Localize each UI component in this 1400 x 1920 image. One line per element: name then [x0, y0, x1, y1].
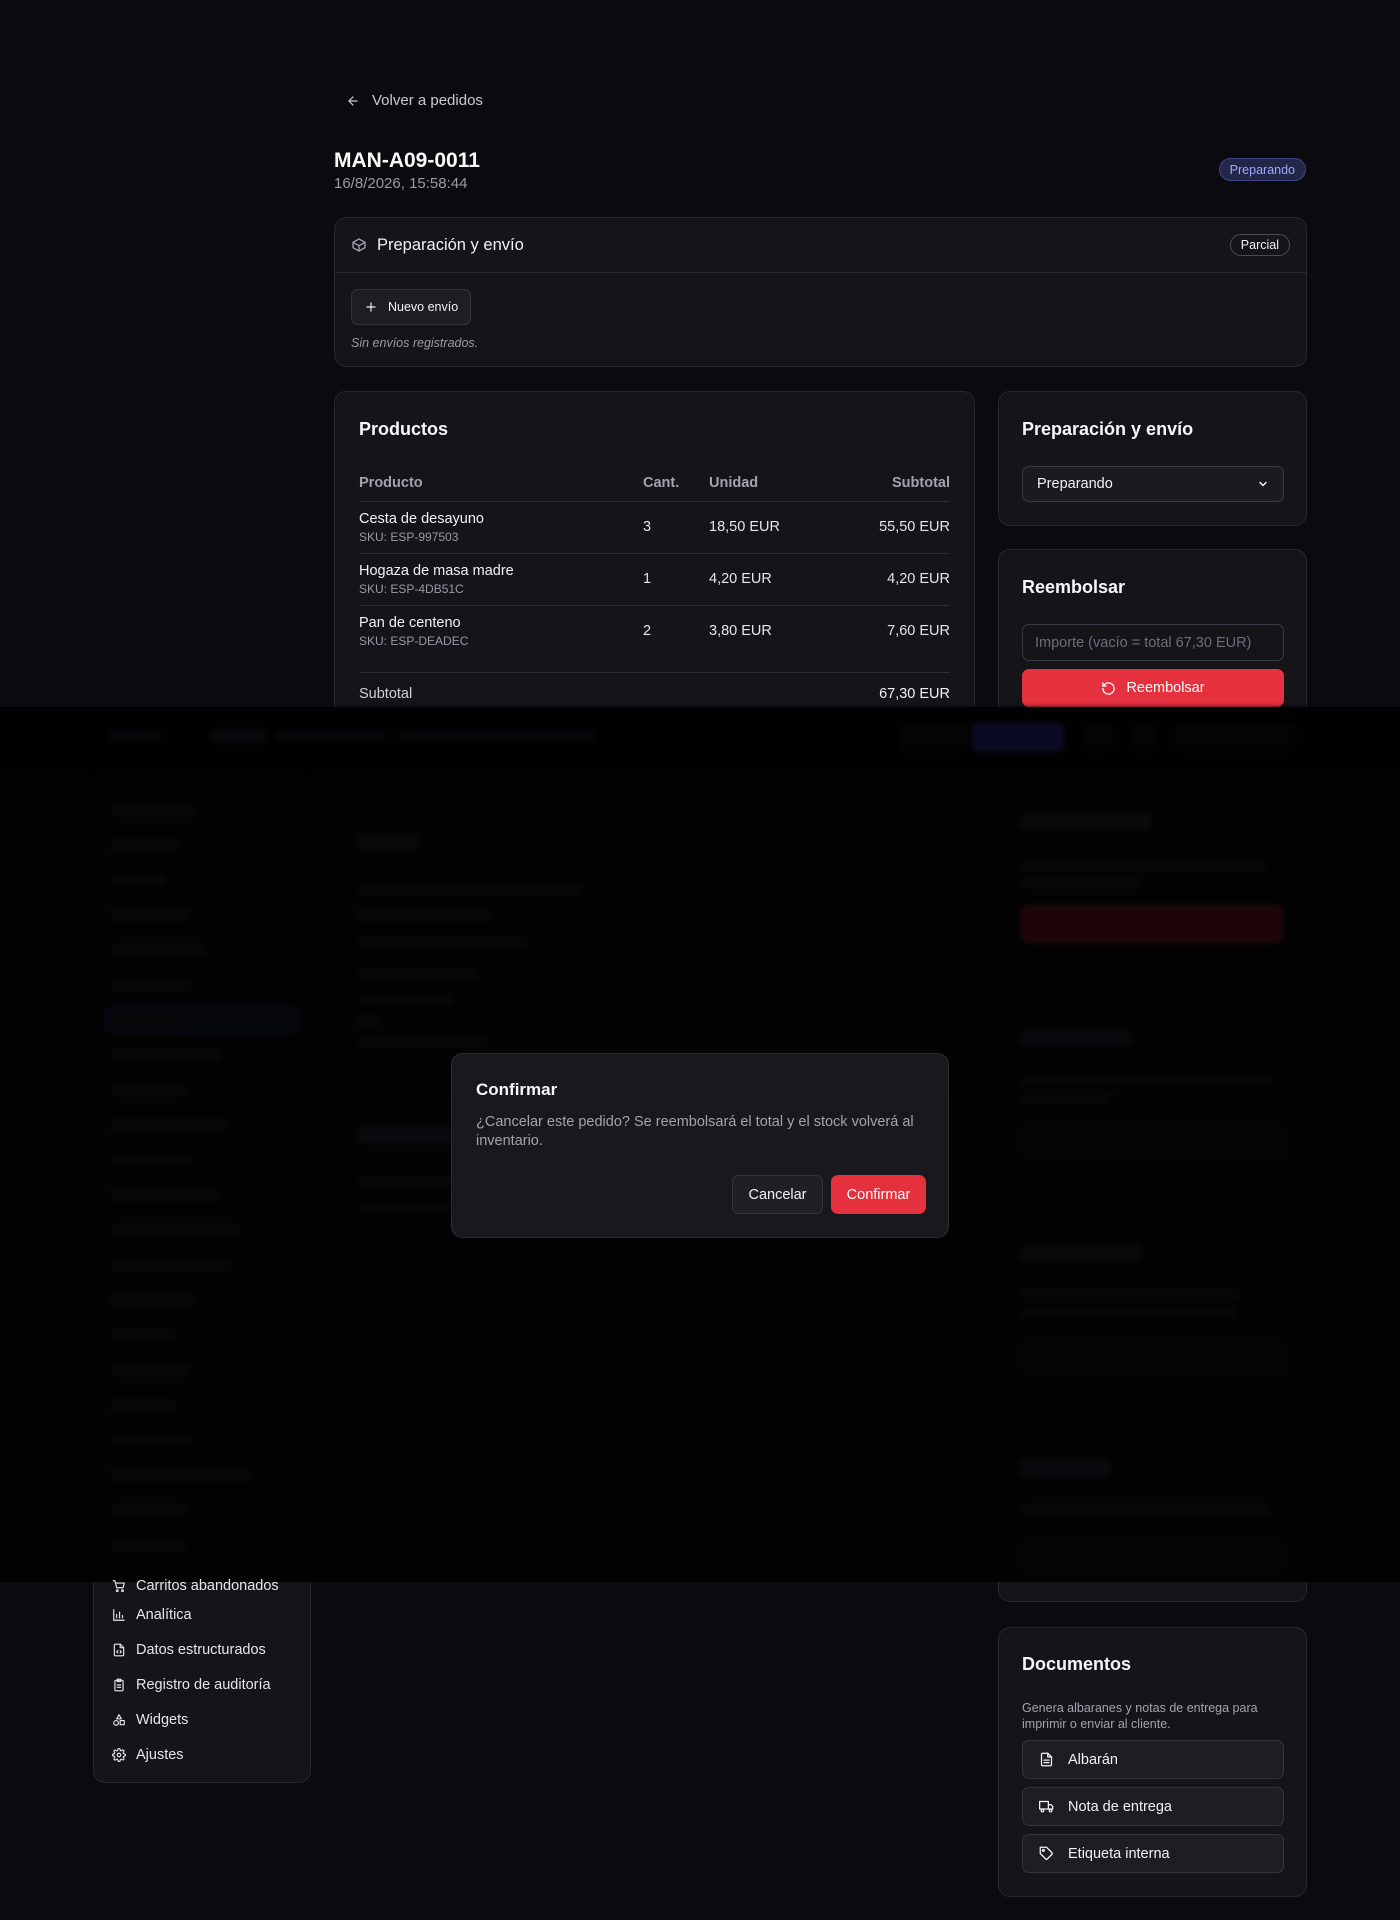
subtotal-row: Subtotal 67,30 EUR	[359, 672, 950, 702]
shipping-status-badge: Parcial	[1229, 234, 1290, 256]
sidebar-item-structured-data[interactable]: Datos estructurados	[112, 1642, 266, 1658]
product-qty: 1	[643, 571, 652, 587]
plus-icon	[364, 300, 378, 314]
cart-icon	[112, 1579, 126, 1593]
arrow-left-icon	[346, 94, 360, 108]
col-subtotal: Subtotal	[892, 475, 950, 491]
internal-label-button[interactable]: Etiqueta interna	[1022, 1834, 1284, 1873]
truck-icon	[1039, 1799, 1054, 1814]
shipping-card: Preparación y envío Parcial Nuevo envío …	[334, 217, 1307, 367]
prep-status-value: Preparando	[1037, 476, 1113, 492]
prep-status-card: Preparación y envío Preparando	[998, 391, 1307, 526]
shipping-card-title: Preparación y envío	[377, 235, 524, 254]
product-name: Cesta de desayuno	[359, 511, 484, 527]
refund-amount-placeholder: Importe (vacío = total 67,30 EUR)	[1035, 634, 1252, 651]
chevron-down-icon	[1257, 478, 1269, 490]
doc-button-label: Nota de entrega	[1068, 1798, 1172, 1815]
product-subtotal: 55,50 EUR	[879, 519, 950, 535]
product-name: Pan de centeno	[359, 615, 461, 631]
sidebar-item-label: Widgets	[136, 1712, 189, 1728]
documents-title: Documentos	[1022, 1654, 1132, 1674]
new-shipment-button[interactable]: Nuevo envío	[351, 289, 472, 325]
sidebar-item-audit-log[interactable]: Registro de auditoría	[112, 1677, 271, 1693]
package-icon	[351, 237, 367, 253]
products-table-header: Producto Cant. Unidad Subtotal	[359, 475, 950, 502]
back-to-orders-link[interactable]: Volver a pedidos	[346, 92, 483, 109]
confirm-dialog: Confirmar ¿Cancelar este pedido? Se reem…	[451, 1053, 949, 1238]
product-sku: SKU: ESP-997503	[359, 530, 459, 544]
dialog-title: Confirmar	[476, 1080, 558, 1099]
table-row: Hogaza de masa madre SKU: ESP-4DB51C 1 4…	[359, 554, 950, 606]
order-title: MAN-A09-0011	[334, 149, 480, 172]
table-row: Pan de centeno SKU: ESP-DEADEC 2 3,80 EU…	[359, 606, 950, 658]
refund-button[interactable]: Reembolsar	[1022, 669, 1284, 707]
products-title: Productos	[359, 419, 449, 439]
product-sku: SKU: ESP-4DB51C	[359, 582, 464, 596]
product-unit-price: 4,20 EUR	[709, 571, 772, 587]
col-qty: Cant.	[643, 475, 680, 491]
doc-button-label: Etiqueta interna	[1068, 1845, 1170, 1862]
no-shipments-text: Sin envíos registrados.	[351, 336, 479, 350]
rotate-ccw-icon	[1101, 681, 1116, 696]
order-date: 16/8/2026, 15:58:44	[334, 175, 468, 192]
file-text-icon	[1039, 1752, 1054, 1767]
card-bottom-edge	[998, 1582, 1307, 1602]
sidebar-item-settings[interactable]: Ajustes	[112, 1747, 184, 1763]
product-unit-price: 18,50 EUR	[709, 519, 780, 535]
delivery-slip-button[interactable]: Nota de entrega	[1022, 1787, 1284, 1826]
documents-description: Genera albaranes y notas de entrega para…	[1022, 1701, 1258, 1731]
bar-chart-icon	[112, 1608, 126, 1622]
product-unit-price: 3,80 EUR	[709, 623, 772, 639]
subtotal-label: Subtotal	[359, 686, 413, 702]
refund-amount-input[interactable]: Importe (vacío = total 67,30 EUR)	[1022, 624, 1284, 661]
product-qty: 2	[643, 623, 652, 639]
refund-button-label: Reembolsar	[1126, 680, 1205, 696]
file-code-icon	[112, 1643, 126, 1657]
col-unit: Unidad	[709, 475, 759, 491]
product-subtotal: 4,20 EUR	[887, 571, 950, 587]
table-row: Cesta de desayuno SKU: ESP-997503 3 18,5…	[359, 502, 950, 554]
sidebar-item-analytics[interactable]: Analítica	[112, 1607, 192, 1623]
product-subtotal: 7,60 EUR	[887, 623, 950, 639]
refund-title: Reembolsar	[1022, 577, 1126, 597]
confirm-button[interactable]: Confirmar	[831, 1175, 926, 1214]
shipping-card-header: Preparación y envío Parcial	[335, 218, 1306, 273]
col-product: Producto	[359, 475, 423, 491]
documents-card: Documentos Genera albaranes y notas de e…	[998, 1627, 1307, 1897]
sidebar-item-widgets[interactable]: Widgets	[112, 1712, 188, 1728]
tag-icon	[1039, 1846, 1054, 1861]
back-label: Volver a pedidos	[372, 92, 483, 109]
products-card: Productos Producto Cant. Unidad Subtotal…	[334, 391, 975, 721]
status-badge: Preparando	[1218, 158, 1306, 181]
sidebar-item-label: Datos estructurados	[136, 1642, 266, 1658]
clipboard-icon	[112, 1678, 126, 1692]
prep-status-select[interactable]: Preparando	[1022, 466, 1284, 502]
sidebar: Carritos abandonados Analítica Datos est…	[93, 1578, 311, 1783]
dialog-message: ¿Cancelar este pedido? Se reembolsará el…	[476, 1114, 914, 1149]
new-shipment-label: Nuevo envío	[388, 300, 459, 314]
product-sku: SKU: ESP-DEADEC	[359, 634, 469, 648]
doc-button-label: Albarán	[1068, 1751, 1118, 1768]
sidebar-item-label: Carritos abandonados	[136, 1578, 279, 1594]
subtotal-value: 67,30 EUR	[879, 686, 950, 702]
gear-icon	[112, 1748, 126, 1762]
sidebar-item-abandoned-carts[interactable]: Carritos abandonados	[112, 1578, 279, 1594]
delivery-note-button[interactable]: Albarán	[1022, 1740, 1284, 1779]
refund-card: Reembolsar Importe (vacío = total 67,30 …	[998, 549, 1307, 729]
cancel-button[interactable]: Cancelar	[732, 1175, 823, 1214]
sidebar-item-label: Ajustes	[136, 1747, 184, 1763]
prep-status-title: Preparación y envío	[1022, 419, 1194, 439]
product-qty: 3	[643, 519, 652, 535]
sidebar-item-label: Analítica	[136, 1607, 192, 1623]
product-name: Hogaza de masa madre	[359, 563, 514, 579]
sidebar-item-label: Registro de auditoría	[136, 1677, 271, 1693]
shapes-icon	[112, 1713, 126, 1727]
